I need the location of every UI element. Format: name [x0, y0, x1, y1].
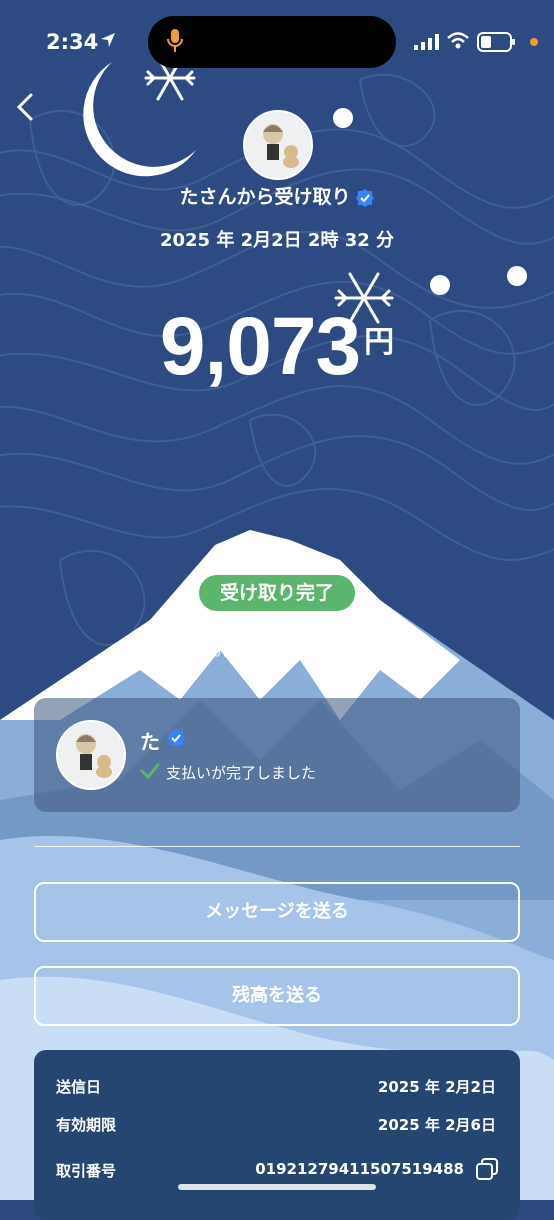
amount-unit: 円 [364, 325, 395, 360]
battery-icon [477, 32, 515, 52]
send-message-button[interactable]: メッセージを送る [34, 882, 520, 942]
card-avatar [56, 720, 126, 790]
chevron-left-icon[interactable] [14, 92, 36, 122]
dynamic-island [148, 16, 396, 68]
sent-date-label: 送信日 [56, 1078, 102, 1096]
card-name: た [140, 730, 160, 754]
home-indicator[interactable] [178, 1184, 376, 1190]
sent-date-value: 2025 年 2月2日 [377, 1078, 496, 1096]
payment-status-text: 支払いが完了しました [166, 764, 317, 782]
sender-title: たさんから受け取り [0, 182, 554, 209]
privacy-indicator-dot [530, 38, 538, 46]
expiry-label: 有効期限 [56, 1116, 117, 1134]
send-balance-button[interactable]: 残高を送る [34, 966, 520, 1026]
wifi-icon [447, 32, 469, 49]
transaction-info-card: 送信日 2025 年 2月2日 有効期限 2025 年 2月6日 取引番号 01… [34, 1050, 520, 1220]
received-datetime: 2025 年 2月2日 2時 32 分 [159, 230, 395, 251]
sender-avatar [243, 110, 313, 180]
transaction-number-label: 取引番号 [56, 1162, 117, 1180]
cellular-signal-icon [414, 34, 439, 50]
check-icon [140, 763, 160, 780]
divider [34, 846, 520, 847]
expiry-value: 2025 年 2月6日 [377, 1116, 496, 1134]
status-time: 2:34 [46, 30, 99, 54]
amount-display: 9,073 円 [0, 300, 554, 394]
verified-badge-icon [167, 729, 185, 747]
amount-value: 9,073 [159, 301, 361, 392]
completion-datetime: 取引完了 日 2時 34 分 [195, 640, 359, 659]
message-card: た 支払いが完了しました [34, 698, 520, 812]
location-arrow-icon [101, 33, 115, 47]
transaction-number-value: 01921279411507519488 [255, 1160, 464, 1178]
verified-badge-icon [355, 188, 374, 207]
status-badge: 受け取り完了 [199, 575, 355, 611]
microphone-icon [167, 29, 183, 52]
copy-icon[interactable] [476, 1158, 498, 1180]
sender-label: たさんから受け取り [179, 186, 351, 208]
